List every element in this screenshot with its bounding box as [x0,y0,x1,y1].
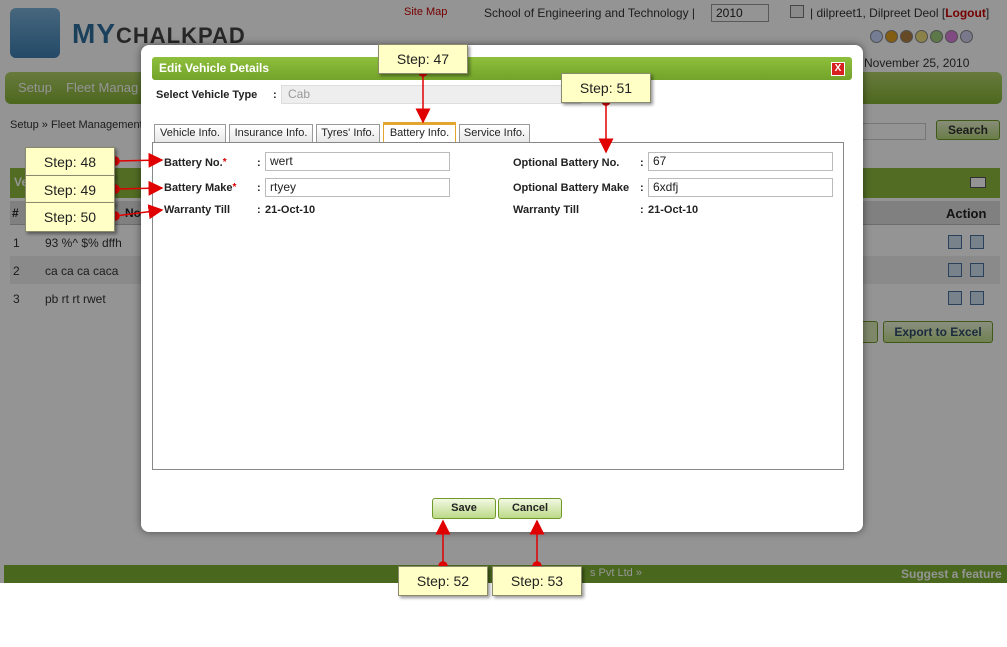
step-callout-49: Step: 49 [25,175,115,205]
arrow-step-48 [114,152,164,168]
step-callout-48: Step: 48 [25,147,115,177]
step-callout-51: Step: 51 [561,73,651,103]
annotation-arrows [110,67,614,571]
step-callout-52: Step: 52 [398,566,488,596]
step-callout-53: Step: 53 [492,566,582,596]
arrow-step-49 [114,180,164,196]
step-callout-47: Step: 47 [378,44,468,74]
step-callout-50: Step: 50 [25,202,115,232]
arrow-step-50 [114,204,164,220]
